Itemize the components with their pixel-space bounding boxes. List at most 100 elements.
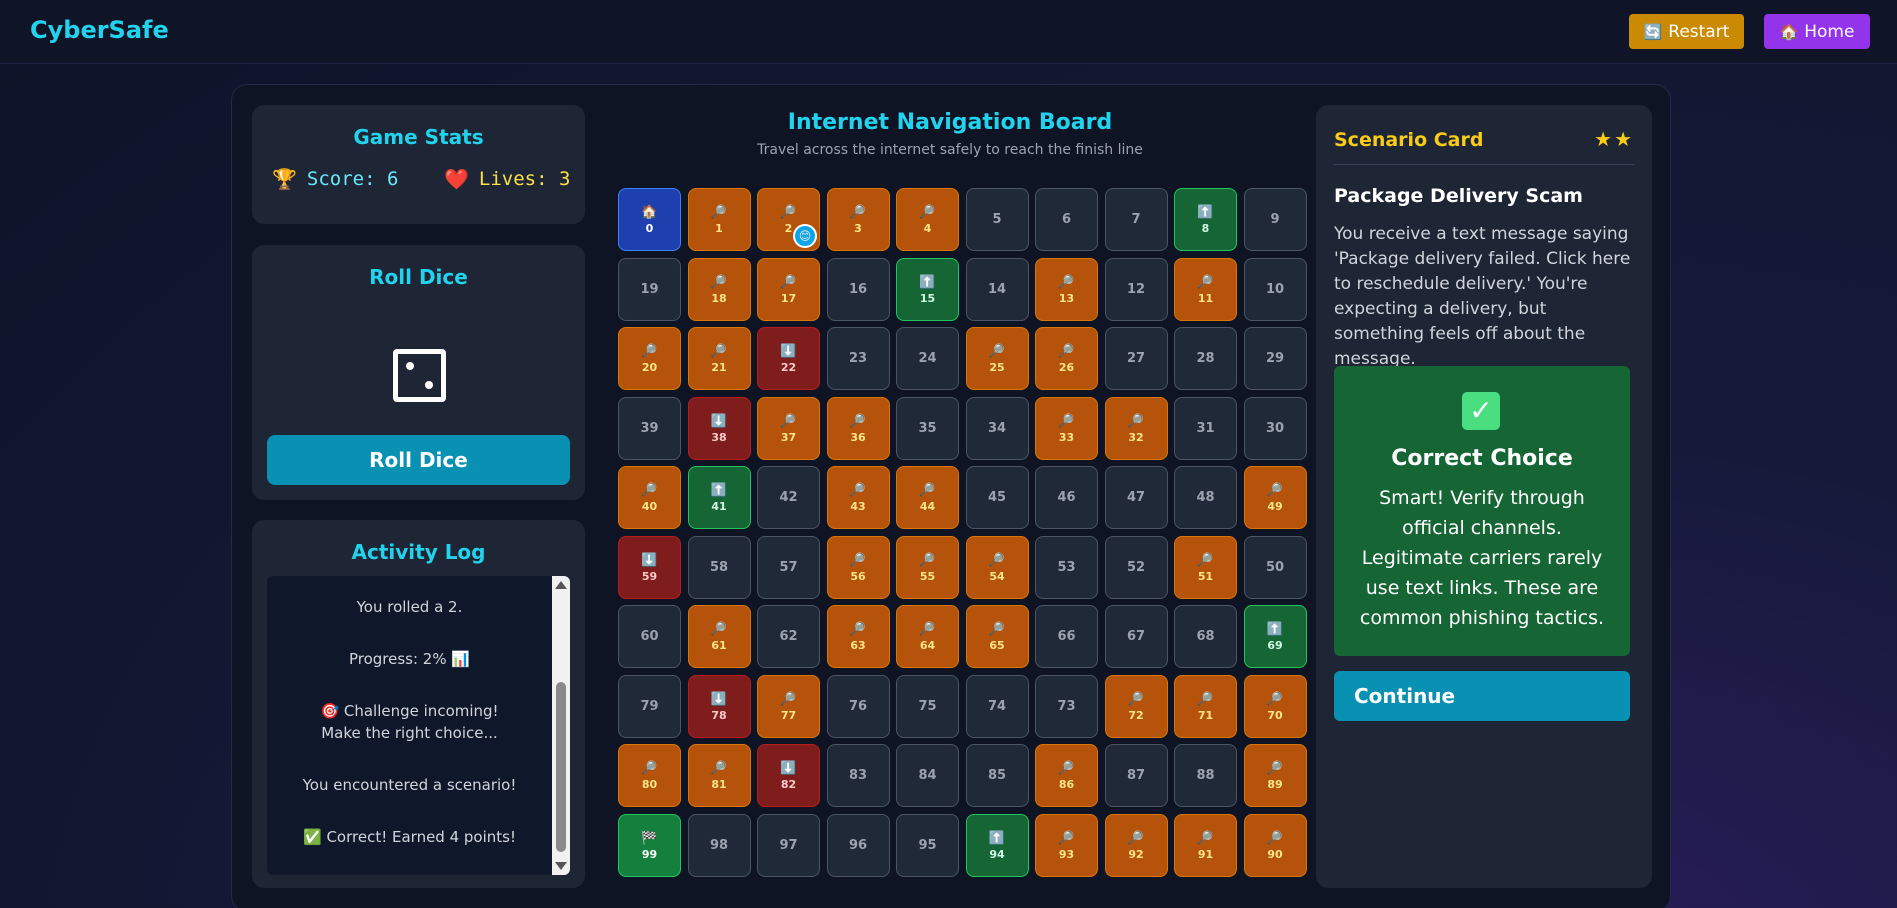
restart-icon: 🔄 — [1643, 22, 1663, 41]
board-cell-17: 🔎 17 — [757, 257, 820, 321]
scroll-up-icon[interactable] — [555, 581, 567, 589]
dice-pip — [406, 362, 414, 370]
scroll-down-icon[interactable] — [555, 862, 567, 870]
cell-number: 18 — [711, 291, 727, 305]
board-cell-48: 48 — [1174, 466, 1237, 529]
cell-number: 72 — [1128, 708, 1144, 722]
cell-number: 96 — [848, 837, 868, 853]
cell-number: 75 — [918, 698, 937, 714]
ladder-icon: ⬆️ — [919, 274, 936, 290]
player-token-icon: 😊 — [793, 224, 817, 248]
cell-number: 66 — [1057, 629, 1076, 644]
cell-number: 88 — [1196, 768, 1215, 783]
board-cell-98: 98 — [687, 813, 751, 877]
board-cell-3: 🔎 3 — [826, 188, 890, 251]
scenario-icon: 🔎 — [919, 205, 936, 220]
snake-icon: ⬇️ — [710, 691, 728, 707]
board-cell-45: 45 — [965, 466, 1029, 529]
board-cell-51: 🔎 51 — [1174, 535, 1237, 599]
log-scrollbar[interactable] — [552, 576, 570, 875]
cell-number: 50 — [1265, 559, 1285, 575]
cell-number: 74 — [987, 698, 1007, 714]
board-cell-32: 🔎 32 — [1104, 396, 1168, 460]
cell-number: 63 — [850, 639, 866, 652]
board-cell-66: 66 — [1035, 605, 1098, 668]
cell-number: 83 — [848, 768, 868, 783]
snake-icon: ⬇️ — [710, 413, 728, 429]
board-cell-56: 🔎 56 — [826, 535, 890, 599]
scenario-icon: 🔎 — [849, 205, 867, 220]
board-cell-73: 73 — [1035, 674, 1098, 738]
board-cell-68: 68 — [1174, 605, 1237, 668]
board-cell-30: 30 — [1243, 396, 1307, 460]
snake-icon: ⬇️ — [780, 344, 797, 359]
cell-number: 12 — [1126, 281, 1146, 297]
board-cell-41: ⬆️ 41 — [687, 466, 751, 529]
cell-number: 51 — [1197, 569, 1214, 583]
scenario-icon: 🔎 — [1058, 274, 1075, 290]
log-entry: ✅ Correct! Earned 4 points! — [303, 828, 516, 846]
cell-number: 30 — [1265, 420, 1285, 436]
scenario-icon: 🔎 — [780, 413, 797, 429]
snake-icon: ⬇️ — [641, 552, 658, 568]
board-cell-34: 34 — [965, 396, 1029, 460]
board-cell-0: 🏠 0 — [618, 188, 681, 251]
cell-number: 21 — [711, 361, 727, 374]
board-cell-5: 5 — [965, 188, 1029, 251]
cell-number: 42 — [779, 490, 798, 505]
board-cell-4: 🔎 4 — [896, 188, 959, 251]
home-button[interactable]: 🏠 Home — [1764, 14, 1870, 49]
board-cell-63: 🔎 63 — [826, 605, 890, 668]
dice-face-icon — [393, 349, 446, 402]
cell-number: 99 — [641, 847, 658, 861]
board-cell-64: 🔎 64 — [896, 605, 959, 668]
board-cell-74: 74 — [965, 674, 1029, 738]
cell-number: 24 — [918, 351, 937, 366]
board-cell-39: 39 — [618, 396, 681, 460]
scenario-icon: 🔎 — [1266, 830, 1284, 846]
board-cell-38: ⬇️ 38 — [687, 396, 751, 460]
board-cell-62: 62 — [757, 605, 820, 668]
cell-number: 5 — [992, 212, 1002, 227]
cell-number: 23 — [848, 351, 868, 366]
cell-number: 65 — [989, 639, 1005, 652]
scenario-icon: 🔎 — [641, 761, 658, 776]
scenario-card-title: Scenario Card — [1334, 129, 1484, 151]
result-text: Smart! Verify through official channels.… — [1359, 487, 1605, 629]
cell-number: 62 — [779, 629, 798, 644]
board-cell-81: 🔎 81 — [687, 744, 751, 807]
restart-button[interactable]: 🔄 Restart — [1629, 14, 1744, 49]
board-cell-58: 58 — [687, 535, 751, 599]
board-cell-53: 53 — [1035, 535, 1098, 599]
board-cell-92: 🔎 92 — [1104, 813, 1168, 877]
board-cell-35: 35 — [896, 396, 959, 460]
scenario-icon: 🔎 — [988, 622, 1006, 637]
cell-number: 9 — [1270, 212, 1280, 227]
scroll-thumb[interactable] — [556, 682, 566, 852]
stats-title: Game Stats — [353, 125, 484, 149]
board-cell-85: 85 — [965, 744, 1029, 807]
cell-number: 84 — [918, 768, 937, 783]
cell-number: 57 — [779, 559, 798, 575]
board-cell-89: 🔎 89 — [1243, 744, 1307, 807]
cell-number: 87 — [1126, 768, 1146, 783]
continue-button[interactable]: Continue — [1334, 671, 1630, 721]
board-cell-76: 76 — [826, 674, 890, 738]
scenario-icon: 🔎 — [919, 622, 936, 637]
board-cell-14: 14 — [965, 257, 1029, 321]
scenario-icon: 🔎 — [919, 483, 936, 498]
board-cell-29: 29 — [1243, 327, 1307, 390]
board-cell-59: ⬇️ 59 — [618, 535, 681, 599]
scenario-icon: 🔎 — [1197, 691, 1214, 707]
scenario-icon: 🔎 — [1127, 413, 1145, 429]
roll-dice-button[interactable]: Roll Dice — [267, 435, 570, 485]
cell-number: 68 — [1196, 629, 1215, 644]
cell-number: 2 — [784, 222, 793, 235]
log-entry: You rolled a 2. — [356, 598, 463, 616]
board-cell-52: 52 — [1104, 535, 1168, 599]
board-cell-97: 97 — [757, 813, 820, 877]
app-logo[interactable]: CyberSafe — [30, 16, 169, 44]
cell-number: 11 — [1197, 291, 1214, 305]
activity-log[interactable]: You rolled a 2. Progress: 2% 📊 🎯 Challen… — [267, 576, 570, 875]
scenario-icon: 🔎 — [710, 761, 728, 776]
